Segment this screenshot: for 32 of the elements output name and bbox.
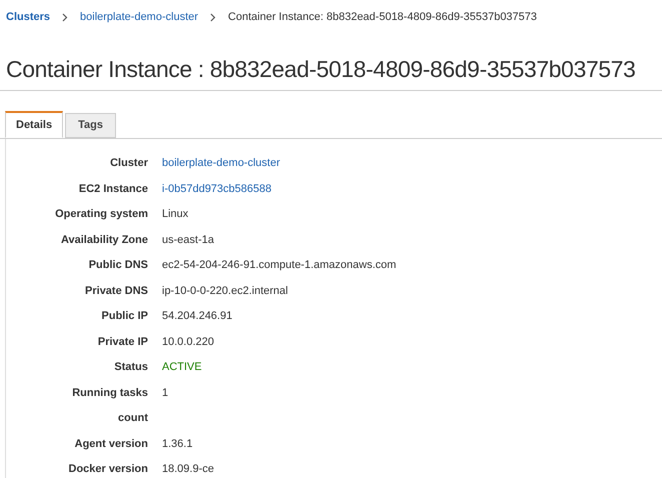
field-label: Docker version: [68, 462, 148, 477]
field-value: 10.0.0.220: [162, 334, 214, 350]
field-label: Public IP: [102, 309, 148, 324]
page-title: Container Instance : 8b832ead-5018-4809-86d9-35537b037573: [6, 55, 636, 84]
field-label: Private IP: [98, 334, 148, 350]
field-link[interactable]: i-0b57dd973cb586588: [162, 176, 272, 202]
field-label: Availability Zone: [60, 232, 148, 248]
field-label: Operating system: [55, 207, 148, 222]
field-label: Status: [114, 360, 148, 375]
field-label: Agent version: [74, 436, 148, 452]
field-label: EC2 Instance: [78, 182, 148, 196]
field-value: 1.36.1: [162, 436, 193, 452]
field-label: Public DNS: [88, 258, 148, 273]
field-value: us-east-1a: [162, 232, 214, 248]
breadcrumb-link[interactable]: Clusters: [6, 8, 50, 26]
field-value: 1: [162, 386, 168, 400]
chevron-icon: [62, 12, 68, 22]
field-label: Private DNS: [85, 284, 148, 298]
field-value: ec2-54-204-246-91.compute-1.amazonaws.com: [162, 258, 396, 273]
field-value: Linux: [162, 207, 188, 222]
field-value: ip-10-0-0-220.ec2.internal: [162, 284, 288, 298]
field-value: 18.09.9-ce: [162, 462, 214, 477]
field-label: Cluster: [110, 156, 148, 171]
tab[interactable]: Details: [5, 111, 64, 138]
breadcrumb-link[interactable]: boilerplate-demo-cluster: [80, 8, 198, 26]
chevron-icon: [210, 12, 216, 22]
status-value: ACTIVE: [162, 360, 202, 375]
field-value: 54.204.246.91: [162, 309, 232, 324]
field-link[interactable]: boilerplate-demo-cluster: [162, 151, 280, 176]
tab[interactable]: Tags: [65, 113, 116, 138]
field-label: Running tasks count: [71, 386, 148, 426]
breadcrumb-current: Container Instance: 8b832ead-5018-4809-86d9-35537b037573: [228, 10, 537, 25]
